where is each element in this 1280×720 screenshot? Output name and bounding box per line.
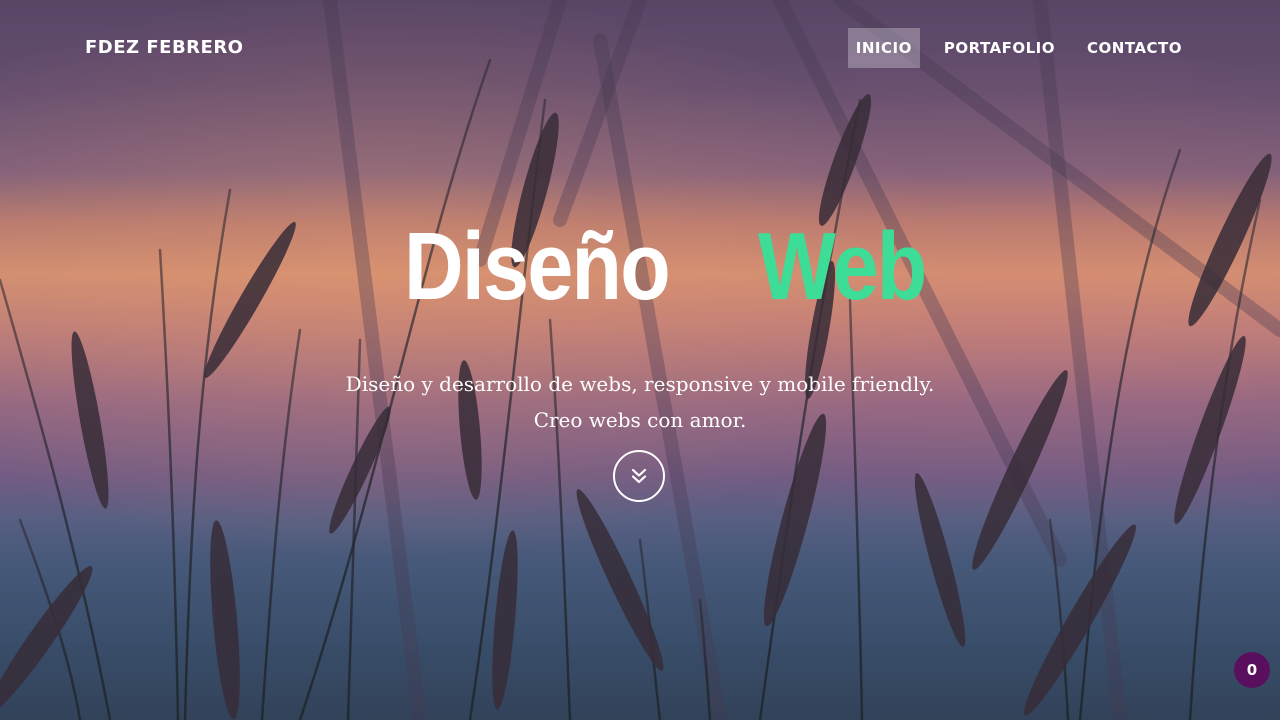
hero-section	[0, 0, 1280, 720]
notification-badge[interactable]: 0	[1234, 652, 1270, 688]
brand-logo[interactable]: FDEZ FEBRERO	[85, 36, 243, 60]
scroll-down-button[interactable]	[613, 450, 665, 502]
nav-item-inicio[interactable]: INICIO	[847, 28, 920, 68]
hero-subtitle-line-2: Creo webs con amor.	[533, 408, 747, 432]
nav-item-contacto[interactable]: CONTACTO	[1079, 28, 1190, 68]
hero-title-first: Diseño	[404, 213, 671, 320]
hero-title-accent: Web	[758, 213, 927, 320]
hero-heading: Diseño Web	[0, 212, 1280, 322]
double-chevron-down-icon	[631, 468, 647, 484]
hero-subtitle: Diseño y desarrollo de webs, responsive …	[240, 366, 1040, 438]
hero-subtitle-line-1: Diseño y desarrollo de webs, responsive …	[345, 372, 935, 396]
main-nav: INICIO PORTAFOLIO CONTACTO	[832, 28, 1190, 68]
nav-item-portafolio[interactable]: PORTAFOLIO	[936, 28, 1063, 68]
hero-overlay	[0, 0, 1280, 720]
